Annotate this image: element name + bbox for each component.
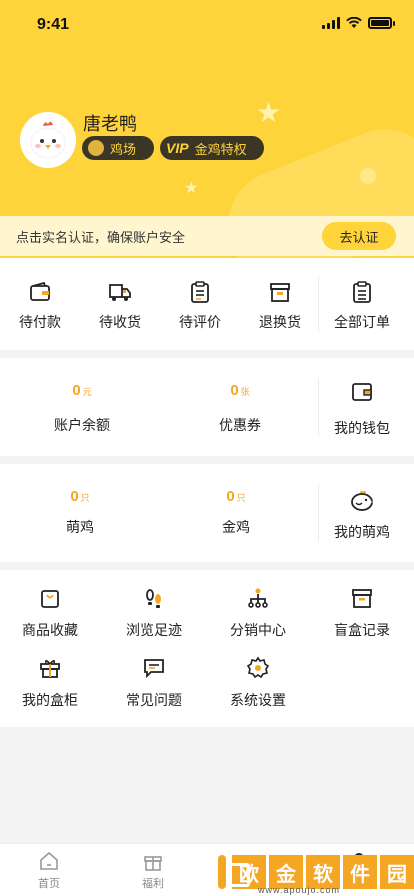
wifi-icon	[346, 17, 362, 28]
wallet-icon	[352, 383, 372, 401]
order-pending-delivery[interactable]: 待收货	[94, 280, 146, 332]
status-time: 9:41	[37, 16, 70, 33]
order-label: 待评价	[179, 314, 221, 330]
gift-icon	[144, 856, 162, 871]
watermark-char: 软	[306, 855, 340, 889]
account-balance-value: 0元	[72, 382, 92, 399]
service-label: 浏览足迹	[126, 622, 182, 638]
username: 唐老鸭	[83, 114, 137, 134]
gold-chick-label: 金鸡	[222, 519, 250, 535]
my-wallet-label: 我的钱包	[334, 420, 390, 436]
service-faq[interactable]: 常见问题	[114, 656, 194, 710]
divider	[318, 484, 319, 542]
avatar[interactable]	[20, 112, 76, 168]
chicken-avatar-icon	[30, 121, 66, 159]
verify-text: 点击实名认证，确保账户安全	[16, 230, 186, 245]
order-label: 退换货	[259, 314, 301, 330]
chat-icon	[144, 659, 164, 679]
vip-badge[interactable]: VIP 金鸡特权	[160, 136, 264, 160]
vip-badge-label: 金鸡特权	[194, 141, 247, 157]
watermark-char: 金	[269, 855, 303, 889]
order-label: 全部订单	[334, 314, 390, 330]
farm-badge-label: 鸡场	[110, 141, 137, 157]
farm-badge[interactable]: 鸡场	[82, 136, 154, 160]
services-card: 商品收藏 浏览足迹 分销中心 盲盒记录 我的盒柜 常见问题 系统设置	[0, 570, 414, 727]
my-cute-chicks[interactable]: 我的萌鸡	[330, 488, 394, 542]
coupon-label: 优惠券	[219, 417, 261, 433]
home-icon	[40, 851, 58, 870]
chicks-card: 0只 萌鸡 0只 金鸡 我的萌鸡	[0, 464, 414, 562]
divider	[318, 378, 319, 436]
shopping-bag-icon	[41, 590, 59, 608]
service-my-cabinet[interactable]: 我的盒柜	[10, 656, 90, 710]
tab-home[interactable]: 首页	[38, 850, 60, 891]
wallet-icon	[30, 281, 50, 301]
watermark-char: 件	[343, 855, 377, 889]
service-history[interactable]: 浏览足迹	[114, 586, 194, 640]
order-pending-payment[interactable]: 待付款	[14, 280, 66, 332]
service-label: 常见问题	[126, 692, 182, 708]
my-wallet[interactable]: 我的钱包	[330, 380, 394, 438]
coupons[interactable]: 0张 优惠券	[200, 382, 280, 435]
tab-welfare[interactable]: 福利	[142, 850, 164, 891]
service-label: 系统设置	[230, 692, 286, 708]
coupon-value: 0张	[230, 382, 250, 399]
star-icon: ★	[184, 180, 199, 197]
service-label: 盲盒记录	[334, 622, 390, 638]
tab-home-label: 首页	[38, 878, 60, 890]
service-label: 商品收藏	[22, 622, 78, 638]
service-favorites[interactable]: 商品收藏	[10, 586, 90, 640]
watermark-logo	[218, 855, 250, 889]
clipboard-icon	[191, 281, 209, 303]
box-icon	[270, 283, 290, 302]
verify-banner: 点击实名认证，确保账户安全 去认证	[0, 216, 414, 256]
my-cute-chicks-label: 我的萌鸡	[334, 524, 390, 540]
watermark: 欧 金 软 件 园 www.apoujo.com	[218, 848, 414, 896]
chick-icon	[351, 490, 374, 511]
farm-icon	[88, 140, 104, 156]
account-balance[interactable]: 0元 账户余额	[42, 382, 122, 435]
gold-chicks[interactable]: 0只 金鸡	[196, 488, 276, 537]
network-icon	[248, 588, 268, 608]
order-all[interactable]: 全部订单	[330, 280, 394, 332]
service-label: 我的盒柜	[22, 692, 78, 708]
signal-icon	[322, 17, 340, 29]
gear-icon	[246, 656, 270, 679]
watermark-char: 园	[380, 855, 414, 889]
orders-card: 待付款 待收货 待评价 退换货 全部订单	[0, 258, 414, 350]
order-pending-review[interactable]: 待评价	[174, 280, 226, 332]
order-list-icon	[353, 281, 371, 303]
cute-chicks[interactable]: 0只 萌鸡	[40, 488, 120, 537]
service-settings[interactable]: 系统设置	[218, 656, 298, 710]
gold-chick-value: 0只	[226, 488, 246, 505]
account-balance-label: 账户余额	[54, 417, 110, 433]
tab-welfare-label: 福利	[142, 878, 164, 890]
verify-button[interactable]: 去认证	[322, 222, 396, 250]
star-icon: ★	[256, 97, 282, 128]
service-label: 分销中心	[230, 622, 286, 638]
cute-chick-label: 萌鸡	[66, 519, 94, 535]
order-returns[interactable]: 退换货	[254, 280, 306, 332]
order-label: 待付款	[19, 314, 61, 330]
watermark-url: www.apoujo.com	[258, 885, 341, 895]
gift-icon	[40, 659, 60, 678]
truck-icon	[109, 284, 131, 301]
status-bar: 9:41	[0, 0, 414, 48]
vip-tag: VIP	[166, 140, 189, 156]
order-label: 待收货	[99, 314, 141, 330]
header-dot	[360, 168, 376, 184]
cute-chick-value: 0只	[70, 488, 90, 505]
divider	[318, 276, 319, 332]
blind-box-icon	[352, 589, 372, 608]
balance-card: 0元 账户余额 0张 优惠券 我的钱包	[0, 358, 414, 456]
service-distribution[interactable]: 分销中心	[218, 586, 298, 640]
battery-icon	[368, 17, 395, 29]
service-blind-box-records[interactable]: 盲盒记录	[322, 586, 402, 640]
footprint-icon	[146, 589, 161, 608]
